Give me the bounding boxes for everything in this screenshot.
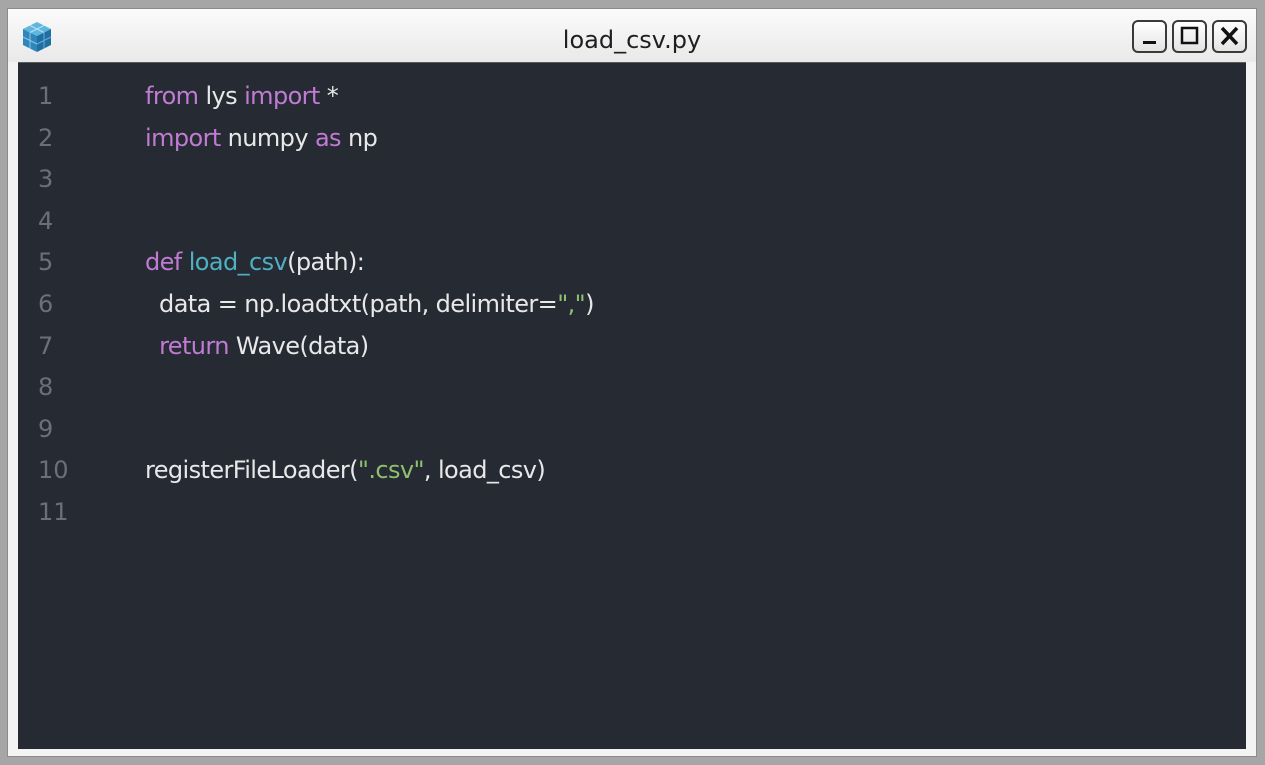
line-number: 1 <box>38 82 54 110</box>
code-token: (path): <box>287 248 365 277</box>
minimize-icon <box>1143 41 1156 44</box>
code-text[interactable]: registerFileLoader(".csv", load_csv) <box>145 449 546 491</box>
line-number: 10 <box>38 456 69 485</box>
code-text[interactable]: data = np.loadtxt(path, delimiter=",") <box>145 283 594 325</box>
window-controls <box>1132 20 1247 53</box>
code-token: ) <box>585 290 594 318</box>
keyword-token: import <box>145 123 221 152</box>
keyword-token: as <box>314 123 342 152</box>
title-bar[interactable]: load_csv.py <box>8 9 1256 62</box>
code-line[interactable]: 11 <box>18 491 1246 533</box>
code-token: np <box>340 123 378 152</box>
code-text[interactable]: import numpy as np <box>145 117 378 159</box>
line-number: 5 <box>38 248 54 277</box>
code-token: lys <box>198 82 245 110</box>
code-line[interactable]: 3 <box>18 158 1246 200</box>
maximize-button[interactable] <box>1172 20 1207 53</box>
maximize-icon <box>1180 26 1199 45</box>
code-line[interactable]: 7 return Wave(data) <box>18 325 1246 367</box>
code-line[interactable]: 9 <box>18 408 1246 450</box>
keyword-token: from <box>145 82 199 110</box>
line-number: 11 <box>38 498 69 526</box>
code-token: , load_csv) <box>423 456 546 485</box>
editor-window: load_csv.py 1 from lys import * 2 import nu… <box>7 8 1257 757</box>
code-editor[interactable]: 1 from lys import * 2 import numpy as np 3 4 5… <box>18 62 1246 749</box>
code-line[interactable]: 10 registerFileLoader(".csv", load_csv) <box>18 449 1246 491</box>
code-line[interactable]: 4 <box>18 200 1246 242</box>
minimize-button[interactable] <box>1132 20 1167 53</box>
close-button[interactable] <box>1212 20 1247 53</box>
code-token: data = np.loadtxt(path, delimiter= <box>145 290 558 318</box>
line-number: 3 <box>38 165 54 194</box>
code-line[interactable]: 1 from lys import * <box>18 75 1246 117</box>
line-number: 4 <box>38 206 54 235</box>
line-number: 6 <box>38 290 54 318</box>
line-number: 7 <box>38 331 54 360</box>
code-token: Wave(data) <box>228 331 369 360</box>
line-number: 8 <box>38 373 54 402</box>
keyword-token: import <box>244 82 320 110</box>
window-title: load_csv.py <box>562 26 702 54</box>
line-number: 2 <box>38 123 54 152</box>
code-token: numpy <box>220 123 315 152</box>
code-line[interactable]: 2 import numpy as np <box>18 117 1246 159</box>
string-token: "," <box>557 290 586 318</box>
string-token: ".csv" <box>357 456 425 485</box>
code-token: registerFileLoader( <box>145 456 358 485</box>
line-number: 9 <box>38 414 54 443</box>
code-text[interactable]: def load_csv(path): <box>145 241 365 283</box>
code-text[interactable]: from lys import * <box>145 75 339 117</box>
function-name-token: load_csv <box>188 248 288 277</box>
code-text[interactable]: return Wave(data) <box>145 325 369 367</box>
keyword-token: def <box>145 248 182 277</box>
code-token: * <box>319 82 339 110</box>
keyword-token: return <box>159 331 229 360</box>
close-icon <box>1220 26 1239 46</box>
code-line[interactable]: 8 <box>18 366 1246 408</box>
code-line[interactable]: 5 def load_csv(path): <box>18 241 1246 283</box>
code-line[interactable]: 6 data = np.loadtxt(path, delimiter=",") <box>18 283 1246 325</box>
